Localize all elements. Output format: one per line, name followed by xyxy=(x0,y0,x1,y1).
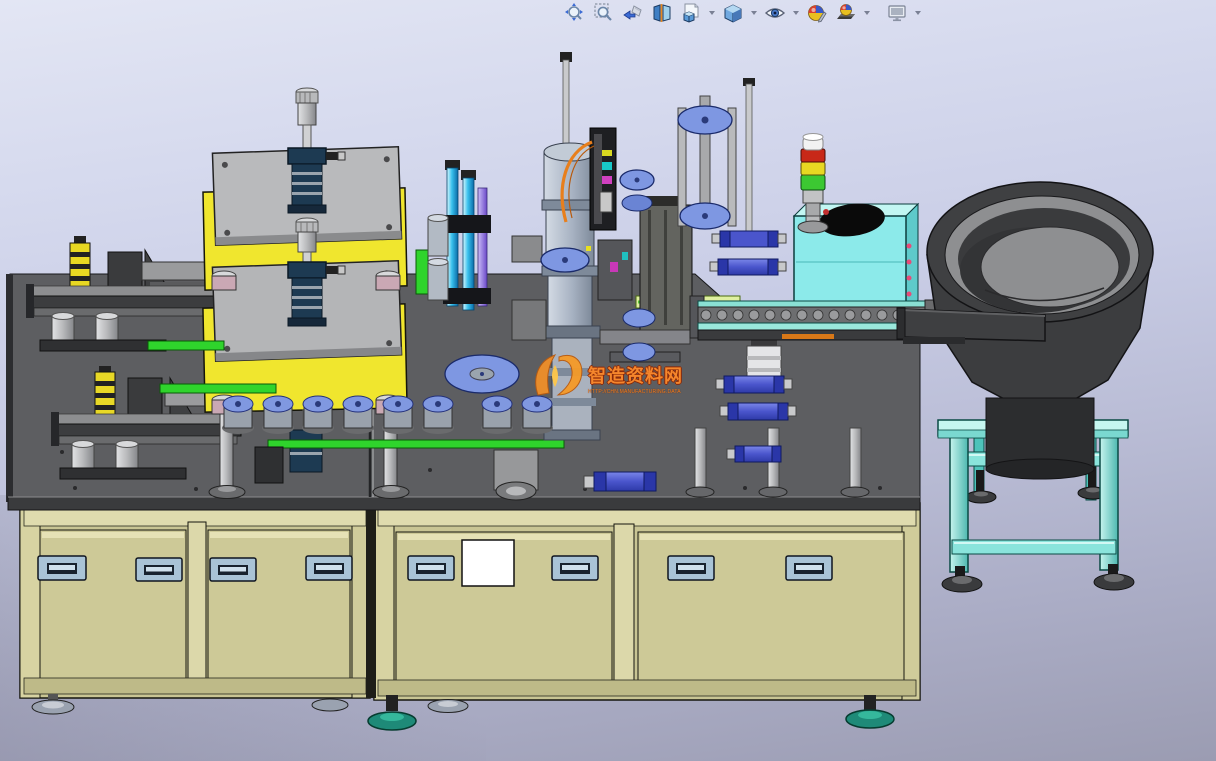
guide-rods xyxy=(443,160,491,310)
edit-appearance-icon xyxy=(806,2,828,24)
nest-pucks[interactable] xyxy=(222,396,553,434)
apply-scene-button[interactable] xyxy=(833,1,859,25)
previous-view-icon xyxy=(622,2,644,24)
view-settings-flyout-arrow[interactable] xyxy=(913,1,923,25)
apply-scene-flyout-arrow[interactable] xyxy=(862,1,872,25)
display-style-flyout-arrow[interactable] xyxy=(749,1,759,25)
view-orientation-icon xyxy=(680,2,702,24)
feeder-chute[interactable] xyxy=(897,308,1045,344)
previous-view-button[interactable] xyxy=(620,1,646,25)
zoom-to-fit-icon xyxy=(564,2,586,24)
edit-appearance-button[interactable] xyxy=(804,1,830,25)
tower-green-light xyxy=(801,175,825,190)
apply-scene-icon xyxy=(835,2,857,24)
star-wheel[interactable] xyxy=(445,355,519,393)
hide-show-items-icon xyxy=(764,2,786,24)
zoom-to-area-icon xyxy=(593,2,615,24)
tower-red-light xyxy=(801,149,825,162)
view-settings-icon xyxy=(886,2,908,24)
view-toolbar xyxy=(562,1,923,25)
section-view-button[interactable] xyxy=(649,1,675,25)
view-settings-button[interactable] xyxy=(884,1,910,25)
section-view-icon xyxy=(651,2,673,24)
zoom-to-fit-button[interactable] xyxy=(562,1,588,25)
door-label xyxy=(462,540,514,586)
display-style-icon xyxy=(722,2,744,24)
hide-show-items-flyout-arrow[interactable] xyxy=(791,1,801,25)
cad-viewport[interactable]: 智造资料网 HTTP://CHN.MANUFACTURING.DATA xyxy=(0,0,1216,761)
machine-model[interactable] xyxy=(0,0,1216,761)
machine-base-cabinets[interactable] xyxy=(20,503,920,730)
cabinet-handles[interactable] xyxy=(38,556,832,581)
zoom-to-area-button[interactable] xyxy=(591,1,617,25)
view-orientation-button[interactable] xyxy=(678,1,704,25)
view-orientation-flyout-arrow[interactable] xyxy=(707,1,717,25)
display-style-button[interactable] xyxy=(720,1,746,25)
hide-show-items-button[interactable] xyxy=(762,1,788,25)
tower-yellow-light xyxy=(801,162,825,175)
